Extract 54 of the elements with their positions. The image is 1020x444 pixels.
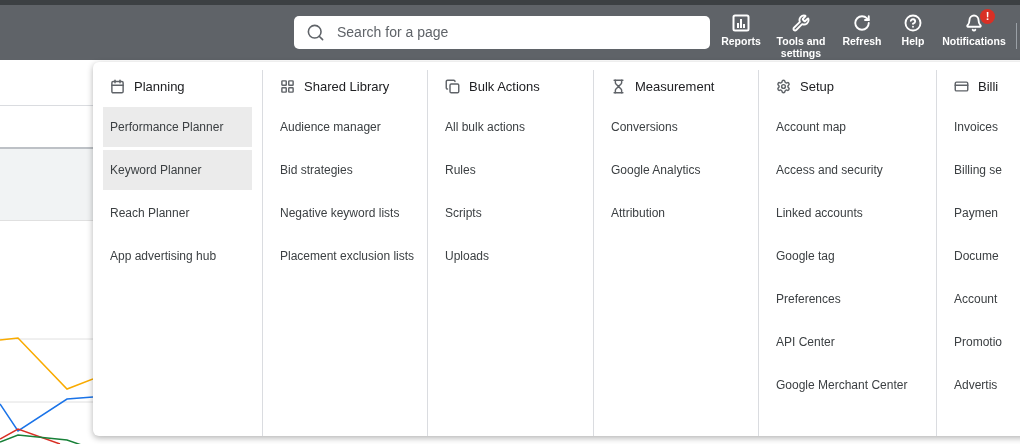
menu-item[interactable]: Billing se — [947, 150, 1016, 190]
toolbar-button[interactable]: Tools and settings — [766, 13, 836, 59]
bar-chart-icon — [732, 13, 750, 32]
menu-item[interactable]: Account — [947, 279, 1016, 319]
menu-item[interactable]: Google Merchant Center — [769, 365, 926, 405]
credit-card-icon — [954, 79, 969, 94]
menu-item[interactable]: All bulk actions — [438, 107, 583, 147]
menu-item[interactable]: API Center — [769, 322, 926, 362]
toolbar-button[interactable]: Refresh — [836, 13, 888, 47]
menu-item[interactable]: Attribution — [604, 193, 748, 233]
menu-item[interactable]: Scripts — [438, 193, 583, 233]
menu-item[interactable]: Preferences — [769, 279, 926, 319]
menu-item[interactable]: Keyword Planner — [103, 150, 252, 190]
menu-item[interactable]: Conversions — [604, 107, 748, 147]
toolbar-button[interactable]: Reports — [716, 13, 766, 47]
menu-item[interactable]: Bid strategies — [273, 150, 417, 190]
grid-icon — [280, 79, 295, 94]
menu-item[interactable]: Performance Planner — [103, 107, 252, 147]
menu-item[interactable]: Audience manager — [273, 107, 417, 147]
notification-badge: ! — [980, 8, 995, 24]
menu-item[interactable]: Access and security — [769, 150, 926, 190]
menu-item[interactable]: Google Analytics — [604, 150, 748, 190]
section-heading: Setup — [800, 79, 834, 94]
help-icon — [904, 13, 922, 32]
hourglass-icon — [611, 79, 626, 94]
copy-icon — [445, 79, 460, 94]
gear-icon — [776, 79, 791, 94]
refresh-icon — [853, 13, 871, 32]
menu-item[interactable]: App advertising hub — [103, 236, 252, 276]
section-heading: Shared Library — [304, 79, 390, 94]
toolbar-button[interactable]: Help — [888, 13, 938, 47]
menu-item[interactable]: Reach Planner — [103, 193, 252, 233]
calendar-icon — [110, 79, 125, 94]
bell-icon — [965, 13, 983, 32]
section-heading: Planning — [134, 79, 185, 94]
menu-item[interactable]: Rules — [438, 150, 583, 190]
menu-item[interactable]: Account map — [769, 107, 926, 147]
menu-item[interactable]: Google tag — [769, 236, 926, 276]
menu-item[interactable]: Placement exclusion lists — [273, 236, 417, 276]
search-field[interactable]: Search for a page — [294, 15, 710, 49]
search-input[interactable]: Search for a page — [335, 23, 698, 41]
section-heading: Bulk Actions — [469, 79, 540, 94]
section-heading: Billi — [978, 79, 999, 94]
wrench-icon — [792, 13, 810, 32]
menu-item[interactable]: Docume — [947, 236, 1016, 276]
menu-item[interactable]: Linked accounts — [769, 193, 926, 233]
search-icon — [306, 22, 325, 42]
menu-item[interactable]: Negative keyword lists — [273, 193, 417, 233]
section-heading: Measurement — [635, 79, 715, 94]
menu-item[interactable]: Advertis — [947, 365, 1016, 405]
menu-item[interactable]: Uploads — [438, 236, 583, 276]
menu-item[interactable]: Paymen — [947, 193, 1016, 233]
menu-item[interactable]: Promotio — [947, 322, 1016, 362]
menu-item[interactable]: Invoices — [947, 107, 1016, 147]
